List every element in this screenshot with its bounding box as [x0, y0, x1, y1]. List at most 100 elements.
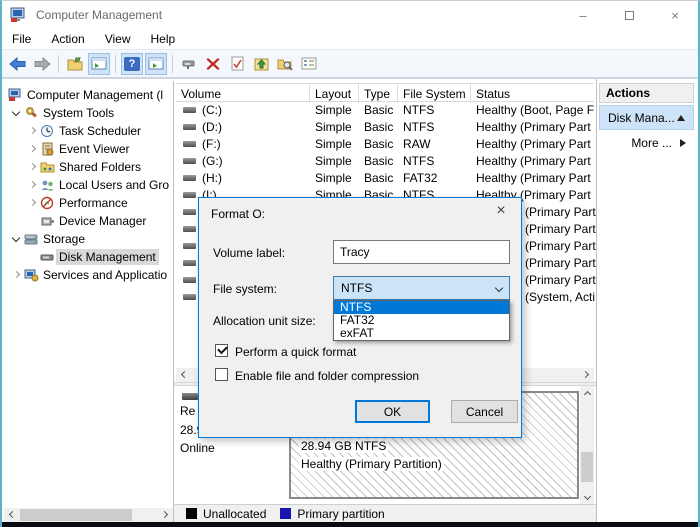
cell-layout: Simple: [315, 154, 352, 168]
dialog-close-icon[interactable]: ×: [491, 202, 511, 220]
format-dialog: Format O: × Volume label: File system: N…: [198, 197, 522, 438]
shared-folder-icon: [40, 160, 55, 174]
tree-item-label: Shared Folders: [59, 160, 141, 174]
storage-icon: [24, 232, 39, 246]
folder-up-icon[interactable]: [250, 53, 272, 75]
expand-right-icon[interactable]: [680, 139, 686, 147]
chevron-right-icon[interactable]: [10, 268, 24, 282]
volume-icon: [183, 294, 196, 300]
actions-panel: Actions Disk Mana... More ...: [597, 79, 696, 522]
cell-status: (System, Acti: [525, 290, 595, 304]
tree-item-local-users-groups[interactable]: Local Users and Gro: [4, 176, 173, 194]
chevron-right-icon[interactable]: [26, 142, 40, 156]
folder-search-icon[interactable]: [274, 53, 296, 75]
volume-row[interactable]: (H:) Simple Basic FAT32 Healthy (Primary…: [176, 170, 595, 187]
chevron-right-icon[interactable]: [26, 160, 40, 174]
check-document-icon[interactable]: [226, 53, 248, 75]
console-tree-toggle-icon[interactable]: [88, 53, 110, 75]
cell-status: (Primary Part: [525, 273, 596, 287]
scrollbar-thumb[interactable]: [581, 452, 593, 482]
maximize-button[interactable]: [606, 1, 652, 29]
column-header-status[interactable]: Status: [471, 84, 595, 103]
diskview-vertical-scrollbar[interactable]: [580, 386, 594, 504]
quick-format-checkbox[interactable]: [215, 344, 228, 357]
column-header-type[interactable]: Type: [359, 84, 398, 103]
menu-help[interactable]: Help: [141, 30, 186, 48]
tree-item-performance[interactable]: Performance: [4, 194, 173, 212]
toolbar: ?: [2, 49, 698, 79]
column-header-layout[interactable]: Layout: [310, 84, 359, 103]
chevron-right-icon[interactable]: [26, 178, 40, 192]
chevron-down-icon[interactable]: [495, 284, 503, 292]
tree-item-storage[interactable]: Storage: [4, 230, 173, 248]
cell-volume: (H:): [202, 171, 222, 185]
actions-item-disk-management[interactable]: Disk Mana...: [599, 105, 694, 130]
collapse-up-icon[interactable]: [677, 115, 685, 121]
disk-drive-icon: [182, 393, 198, 400]
volume-label-label: Volume label:: [213, 246, 285, 260]
delete-icon[interactable]: [202, 53, 224, 75]
volume-row[interactable]: (D:) Simple Basic NTFS Healthy (Primary …: [176, 119, 595, 136]
tree-horizontal-scrollbar[interactable]: [4, 508, 173, 522]
scroll-right-icon[interactable]: [159, 508, 173, 522]
actions-item-more[interactable]: More ...: [599, 132, 694, 154]
dropdown-option-exfat[interactable]: exFAT: [334, 327, 509, 340]
menu-view[interactable]: View: [95, 30, 141, 48]
menu-file[interactable]: File: [2, 30, 41, 48]
scrollbar-thumb[interactable]: [20, 509, 132, 521]
volume-icon: [183, 192, 196, 198]
action-pane-toggle-icon[interactable]: [145, 53, 167, 75]
window-title: Computer Management: [36, 8, 162, 22]
help-icon[interactable]: ?: [121, 53, 143, 75]
properties-icon[interactable]: [298, 53, 320, 75]
volume-icon: [183, 243, 196, 249]
tree-item-label: Performance: [59, 196, 128, 210]
scroll-left-icon[interactable]: [4, 508, 18, 522]
column-header-filesystem[interactable]: File System: [398, 84, 471, 103]
cell-type: Basic: [364, 103, 393, 117]
file-system-combobox[interactable]: NTFS: [333, 276, 510, 300]
chevron-right-icon[interactable]: [26, 124, 40, 138]
volume-row[interactable]: (G:) Simple Basic NTFS Healthy (Primary …: [176, 153, 595, 170]
ok-button[interactable]: OK: [355, 400, 430, 423]
tree-item-services-applications[interactable]: Services and Applicatio: [4, 266, 173, 284]
tree-item-label: Task Scheduler: [59, 124, 141, 138]
cell-status: (Primary Part: [525, 205, 596, 219]
forward-icon[interactable]: [31, 53, 53, 75]
menu-action[interactable]: Action: [41, 30, 94, 48]
partition-status-label: Healthy (Primary Partition): [299, 457, 444, 471]
tree-item-event-viewer[interactable]: Event Viewer: [4, 140, 173, 158]
scroll-down-icon[interactable]: [580, 490, 594, 504]
cell-status: (Primary Part: [525, 239, 596, 253]
compression-checkbox[interactable]: [215, 368, 228, 381]
back-icon[interactable]: [7, 53, 29, 75]
column-header-volume[interactable]: Volume: [176, 84, 310, 103]
tree-item-computer-management[interactable]: Computer Management (l: [4, 86, 173, 104]
volume-row[interactable]: (F:) Simple Basic RAW Healthy (Primary P…: [176, 136, 595, 153]
scroll-up-icon[interactable]: [580, 386, 594, 400]
tree-item-system-tools[interactable]: System Tools: [4, 104, 173, 122]
minimize-button[interactable]: –: [560, 1, 606, 29]
tree-item-task-scheduler[interactable]: Task Scheduler: [4, 122, 173, 140]
cell-status: Healthy (Primary Part: [476, 137, 591, 151]
clock-icon: [40, 124, 55, 138]
users-icon: [40, 178, 55, 192]
cell-volume: (F:): [202, 137, 221, 151]
tree-item-device-manager[interactable]: Device Manager: [4, 212, 173, 230]
tree-item-label: Event Viewer: [59, 142, 129, 156]
scroll-left-icon[interactable]: [176, 368, 190, 382]
cell-layout: Simple: [315, 103, 352, 117]
chevron-down-icon[interactable]: [10, 232, 24, 246]
cancel-button[interactable]: Cancel: [451, 400, 518, 423]
open-folder-icon[interactable]: [64, 53, 86, 75]
volume-label-input[interactable]: [333, 240, 510, 264]
scroll-right-icon[interactable]: [580, 368, 594, 382]
chevron-right-icon[interactable]: [26, 196, 40, 210]
chevron-down-icon[interactable]: [10, 106, 24, 120]
cell-status: Healthy (Primary Part: [476, 171, 591, 185]
close-button[interactable]: ×: [652, 1, 698, 29]
tree-item-disk-management[interactable]: Disk Management: [4, 248, 173, 266]
console-tool-icon[interactable]: [178, 53, 200, 75]
volume-row[interactable]: (C:) Simple Basic NTFS Healthy (Boot, Pa…: [176, 102, 595, 119]
tree-item-shared-folders[interactable]: Shared Folders: [4, 158, 173, 176]
